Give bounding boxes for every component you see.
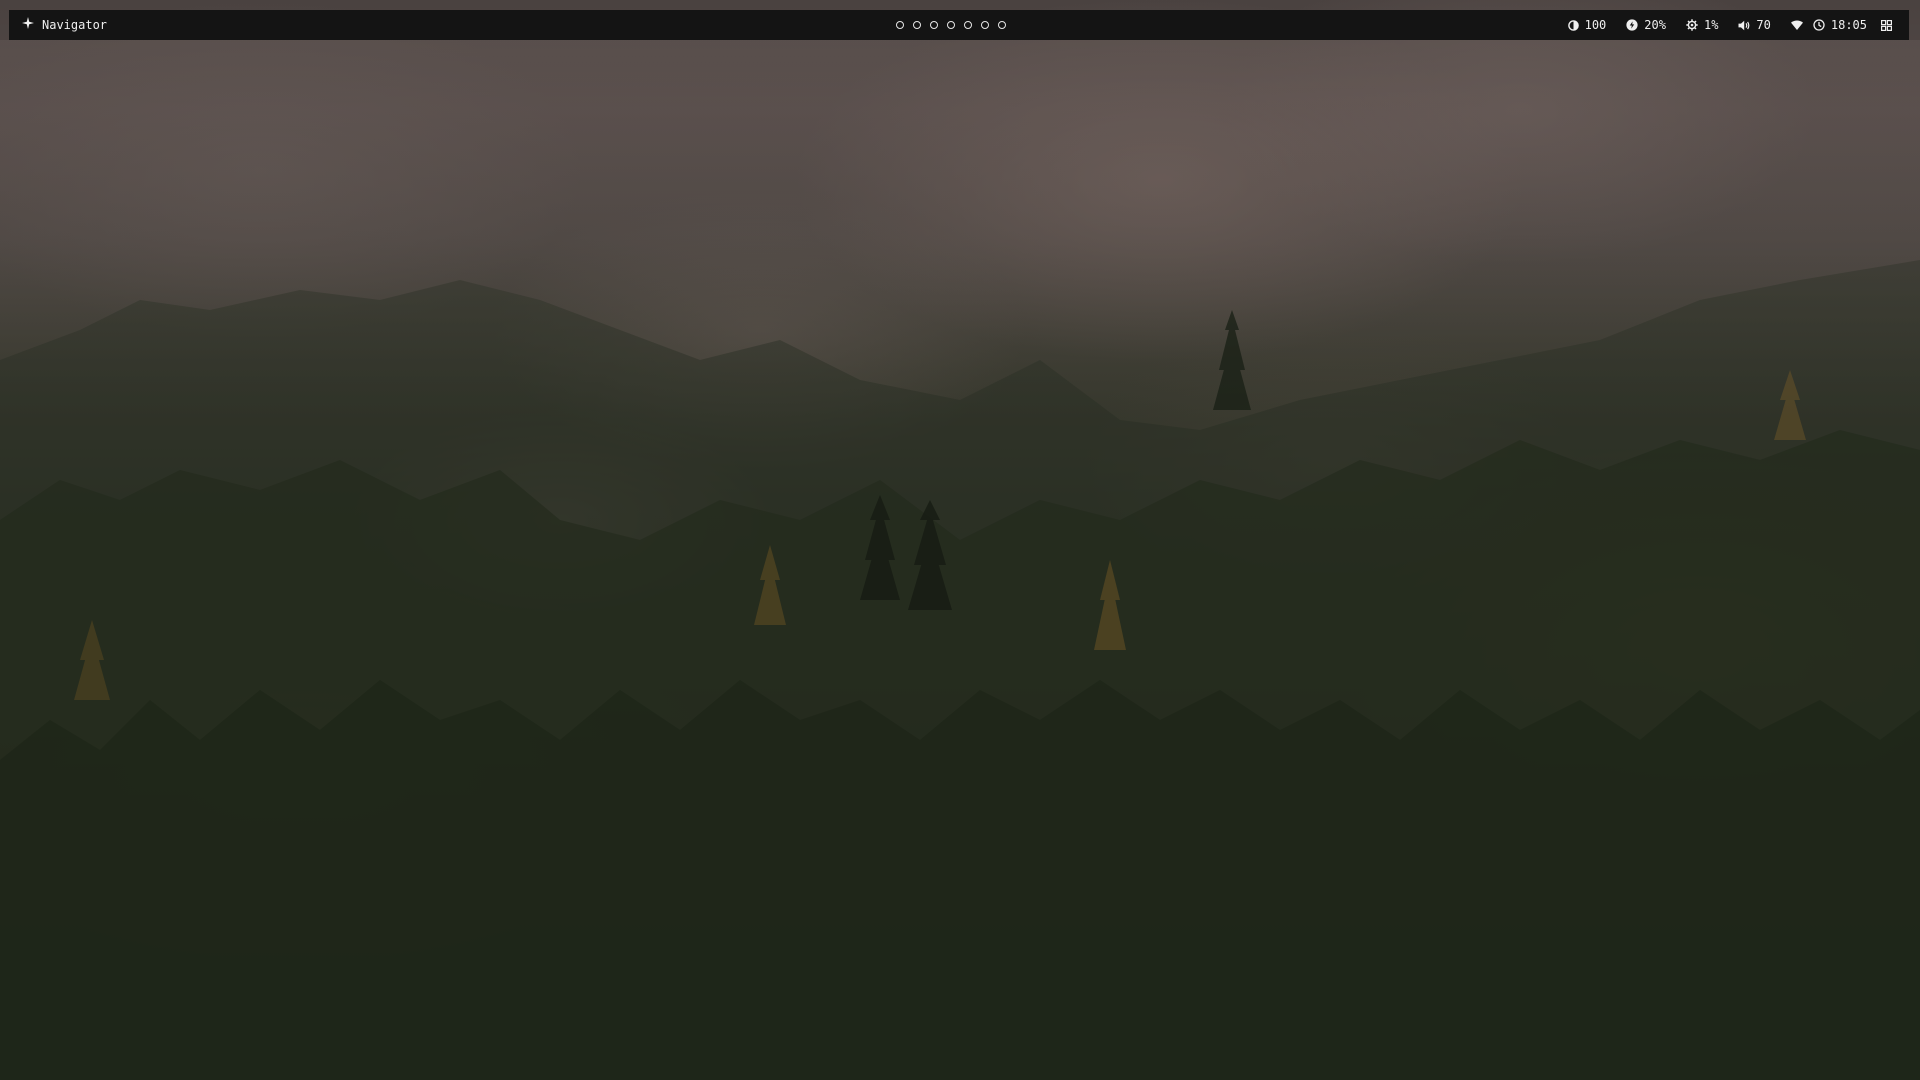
volume-module[interactable]: 70 <box>1738 18 1771 32</box>
workspace-dot-4[interactable] <box>947 21 955 29</box>
grid-menu-module[interactable] <box>1881 19 1892 31</box>
cpu-value: 1% <box>1703 18 1719 32</box>
status-bar: Navigator 100 20% 1% 70 18:05 <box>9 10 1909 40</box>
workspace-indicators <box>896 10 1006 40</box>
cpu-module[interactable]: 1% <box>1686 18 1718 32</box>
brightness-icon <box>1567 19 1579 31</box>
workspace-dot-2[interactable] <box>913 21 921 29</box>
volume-icon <box>1738 20 1750 31</box>
grid-menu-icon[interactable] <box>1881 19 1892 31</box>
wallpaper <box>0 0 1920 1080</box>
workspace-dot-1[interactable] <box>896 21 904 29</box>
wifi-icon <box>1790 20 1803 30</box>
clock-module[interactable]: 18:05 <box>1813 18 1867 32</box>
bar-left-section: Navigator <box>22 10 107 40</box>
battery-module[interactable]: 20% <box>1626 18 1666 32</box>
sparkle-icon[interactable] <box>22 17 34 33</box>
volume-value: 70 <box>1756 18 1771 32</box>
workspace-dot-3[interactable] <box>930 21 938 29</box>
bar-right-section: 100 20% 1% 70 18:05 <box>1567 10 1892 40</box>
workspace-dot-6[interactable] <box>981 21 989 29</box>
desktop: Navigator 100 20% 1% 70 18:05 <box>0 0 1920 1080</box>
clock-icon <box>1813 19 1825 31</box>
workspace-dot-5[interactable] <box>964 21 972 29</box>
battery-circle-icon <box>1626 19 1638 31</box>
forest-silhouette <box>0 40 1920 1080</box>
workspace-dot-7[interactable] <box>998 21 1006 29</box>
brightness-value: 100 <box>1584 18 1607 32</box>
cpu-gear-icon <box>1686 19 1698 31</box>
battery-value: 20% <box>1644 18 1666 32</box>
brightness-module[interactable]: 100 <box>1567 18 1607 32</box>
window-title: Navigator <box>42 18 108 32</box>
clock-value: 18:05 <box>1830 18 1867 32</box>
wifi-module[interactable] <box>1790 20 1803 30</box>
